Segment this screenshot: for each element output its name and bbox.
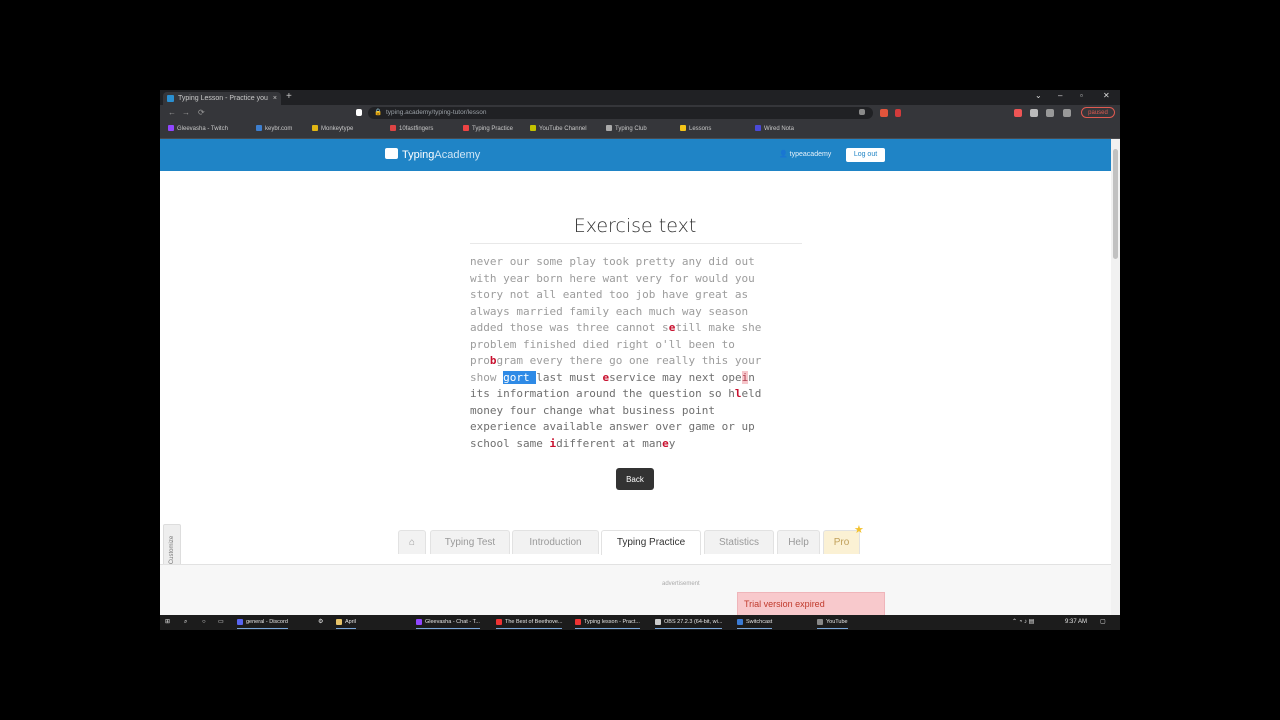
forward-arrow-icon[interactable]: →	[182, 108, 190, 117]
browser-tab[interactable]: Typing Lesson - Practice your ty... ×	[163, 92, 281, 105]
taskbar-app[interactable]: general - Discord	[237, 616, 288, 629]
search-icon[interactable]: ⌕	[184, 615, 187, 630]
logout-button[interactable]: Log out	[846, 148, 885, 162]
tab-home[interactable]: ⌂	[398, 530, 426, 554]
reload-icon[interactable]: ⟳	[198, 108, 205, 117]
back-button[interactable]: Back	[616, 468, 654, 490]
username: typeacademy	[789, 151, 832, 158]
advertisement-label: advertisement	[662, 581, 700, 587]
windows-start-icon[interactable]: ⊞	[165, 615, 170, 630]
taskbar-app[interactable]: The Best of Beethove...	[496, 616, 563, 629]
taskbar-app[interactable]: YouTube	[817, 616, 848, 629]
tab-search-icon[interactable]: ⌄	[1035, 91, 1042, 100]
extension-icon[interactable]	[1014, 109, 1022, 117]
zoom-icon[interactable]	[859, 109, 865, 115]
web-page: TypingAcademy 👤 typeacademy Log out Exer…	[160, 139, 1111, 615]
settings-icon[interactable]: ⚙	[318, 615, 323, 630]
task-view-icon[interactable]: ▭	[218, 615, 224, 630]
tab-favicon-icon	[167, 95, 174, 102]
windows-taskbar: ⊞ ⌕ ○ ▭ general - Discord ⚙ April Gleeva…	[160, 615, 1120, 630]
tab-introduction[interactable]: Introduction	[512, 530, 599, 554]
bookmark-item[interactable]: Typing Practice	[463, 125, 513, 134]
bookmark-item[interactable]: YouTube Channel	[530, 125, 587, 134]
bookmark-favicon-icon	[312, 125, 318, 132]
brave-shield-icon[interactable]	[356, 109, 362, 116]
app-icon	[416, 618, 422, 625]
back-arrow-icon[interactable]: ←	[168, 108, 176, 117]
brave-rewards-icon[interactable]	[880, 109, 888, 117]
app-icon	[496, 618, 502, 625]
bookmark-item[interactable]: 10fastfingers	[390, 125, 433, 134]
tab-typing-practice[interactable]: Typing Practice	[601, 530, 701, 555]
bookmark-favicon-icon	[256, 125, 262, 132]
app-icon	[655, 618, 661, 625]
page-scrollbar[interactable]	[1111, 139, 1120, 615]
taskbar-app[interactable]: Typing lesson - Pract...	[575, 616, 640, 629]
taskbar-app[interactable]: April	[336, 616, 357, 629]
clock[interactable]: 9:37 AM	[1065, 615, 1087, 630]
system-tray-icons[interactable]: ⌃ ◔ ♪ ▤	[1012, 615, 1034, 630]
tab-typing-test[interactable]: Typing Test	[430, 530, 510, 554]
footer-nav-tabs: ⌂ Typing Test Introduction Typing Practi…	[160, 524, 1111, 565]
maximize-icon[interactable]: ▫	[1080, 91, 1083, 100]
url-text: typing.academy/typing-tutor/lesson	[386, 109, 487, 116]
taskbar-app[interactable]: Switchcast	[737, 616, 773, 629]
cortana-icon[interactable]: ○	[202, 615, 206, 630]
home-icon: ⌂	[408, 537, 416, 548]
app-icon	[575, 618, 581, 625]
bookmark-favicon-icon	[530, 125, 536, 132]
exercise-text[interactable]: never our some play took pretty any did …	[470, 254, 810, 452]
close-window-icon[interactable]: ✕	[1103, 91, 1110, 100]
tab-title: Typing Lesson - Practice your ty...	[178, 95, 268, 102]
url-field[interactable]: 🔒 typing.academy/typing-tutor/lesson	[368, 107, 873, 119]
user-account[interactable]: 👤 typeacademy	[779, 149, 831, 161]
scrollbar-thumb[interactable]	[1113, 149, 1118, 259]
minimize-icon[interactable]: –	[1058, 91, 1062, 100]
screen: Typing Lesson - Practice your ty... × + …	[160, 90, 1120, 630]
bookmark-favicon-icon	[606, 125, 612, 132]
star-icon: ★	[854, 524, 864, 536]
tab-statistics[interactable]: Statistics	[704, 530, 774, 554]
extension-icon[interactable]	[895, 109, 901, 117]
exercise-title: Exercise text	[573, 215, 697, 237]
lock-icon: 🔒	[374, 109, 383, 116]
puzzle-icon[interactable]	[1030, 109, 1038, 117]
notifications-icon[interactable]: ▢	[1100, 615, 1106, 630]
taskbar-app[interactable]: Gleevasha - Chat - T...	[416, 616, 480, 629]
keyboard-icon	[385, 148, 398, 159]
site-header: TypingAcademy 👤 typeacademy Log out	[160, 139, 1111, 171]
title-divider	[470, 243, 802, 244]
paused-profile-button[interactable]: paused	[1081, 107, 1115, 118]
logo-academy-text: Academy	[434, 149, 481, 161]
bookmark-favicon-icon	[680, 125, 686, 132]
app-icon	[817, 618, 823, 625]
browser-tab-strip: Typing Lesson - Practice your ty... × + …	[160, 90, 1120, 105]
bookmark-favicon-icon	[390, 125, 396, 132]
app-icon	[336, 618, 342, 625]
new-tab-icon[interactable]: +	[286, 91, 292, 102]
bookmark-favicon-icon	[168, 125, 174, 132]
bookmark-favicon-icon	[755, 125, 761, 132]
typing-academy-logo[interactable]: TypingAcademy	[385, 147, 480, 163]
bookmark-item[interactable]: Typing Club	[606, 125, 647, 134]
app-icon	[737, 618, 743, 625]
address-bar-row: ← → ⟳ 🔒 typing.academy/typing-tutor/less…	[160, 105, 1120, 121]
tab-help[interactable]: Help	[777, 530, 820, 554]
taskbar-app[interactable]: OBS 27.2.3 (64-bit, wi...	[655, 616, 723, 629]
bookmark-favicon-icon	[463, 125, 469, 132]
bookmark-item[interactable]: Lessons	[680, 125, 711, 134]
bookmark-item[interactable]: Gleevasha - Twitch	[168, 125, 228, 134]
bookmark-item[interactable]: keybr.com	[256, 125, 292, 134]
app-icon	[237, 618, 243, 625]
trial-expired-notice[interactable]: Trial version expired	[737, 592, 885, 615]
extension-icon[interactable]	[1046, 109, 1054, 117]
tab-close-icon[interactable]: ×	[273, 92, 277, 105]
page-bottom-area	[160, 565, 1111, 615]
bookmarks-bar: Gleevasha - Twitch keybr.com Monkeytype …	[160, 121, 1120, 139]
logo-typing-text: Typing	[402, 149, 435, 161]
user-icon: 👤	[779, 151, 788, 158]
sidebar-icon[interactable]	[1063, 109, 1071, 117]
bookmark-item[interactable]: Wired Nota	[755, 125, 794, 134]
bookmark-item[interactable]: Monkeytype	[312, 125, 353, 134]
